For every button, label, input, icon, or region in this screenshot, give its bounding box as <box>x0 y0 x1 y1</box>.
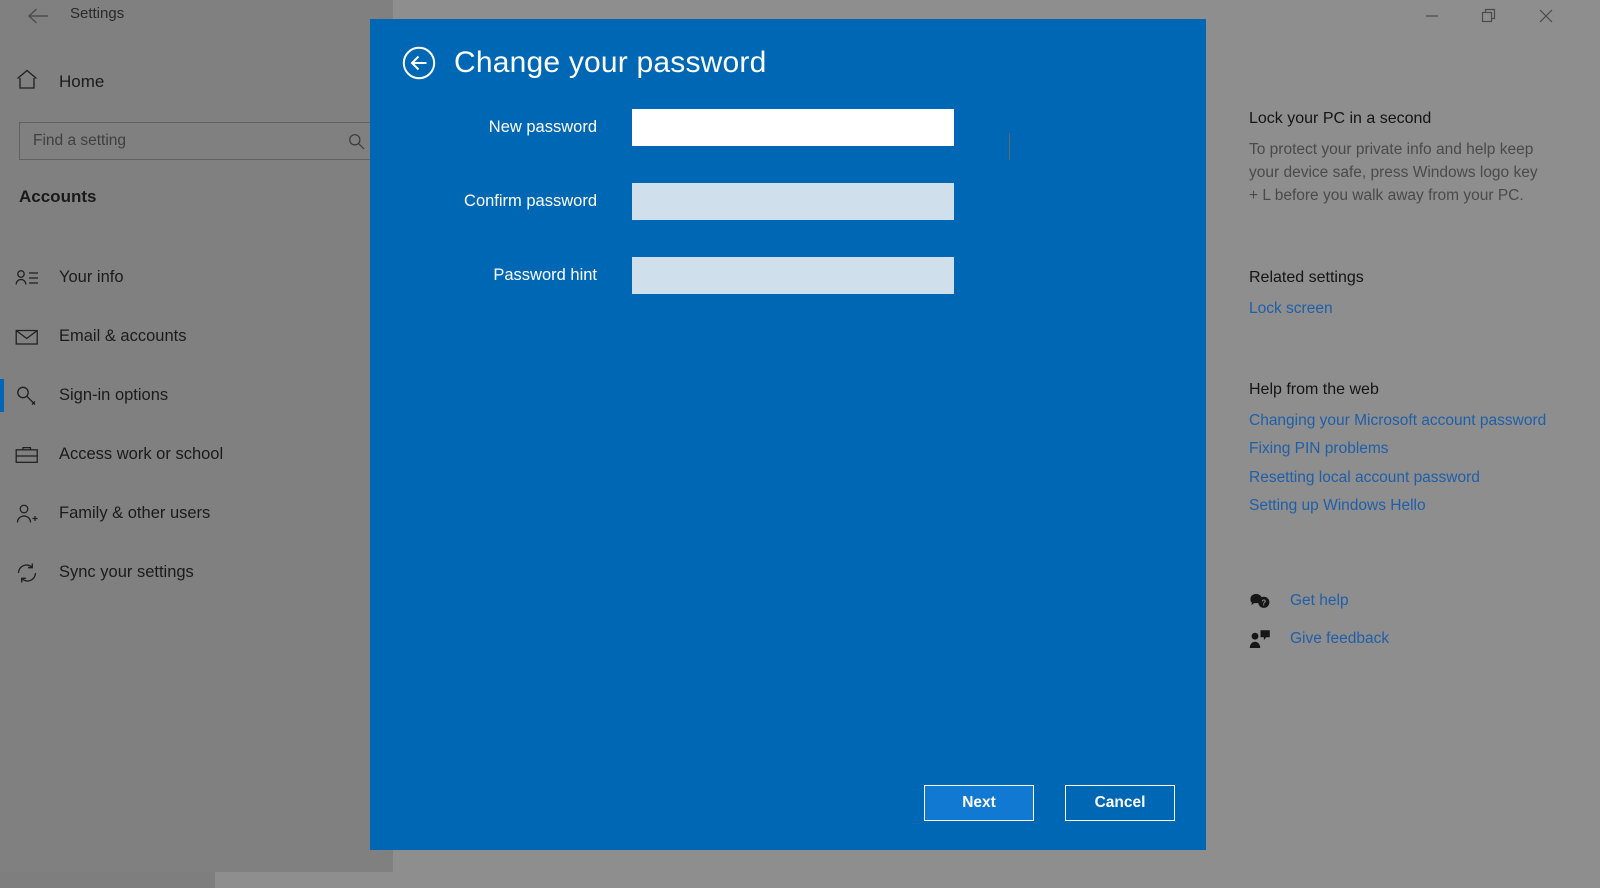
person-add-icon <box>0 503 54 525</box>
form-row-password-hint: Password hint <box>370 257 1206 294</box>
form-row-confirm-password: Confirm password <box>370 183 1206 220</box>
sidebar-item-sync-your-settings[interactable]: Sync your settings <box>0 543 393 602</box>
sidebar-nav-list: Your info Email & accounts Sign-in optio… <box>0 248 393 602</box>
dialog-header: Change your password <box>400 44 767 82</box>
confirm-password-label: Confirm password <box>464 192 597 210</box>
password-hint-input[interactable] <box>632 257 954 294</box>
selection-indicator <box>0 261 4 294</box>
get-help-row[interactable]: ? Get help <box>1249 582 1569 620</box>
sidebar-item-label: Your info <box>59 268 124 286</box>
tip-heading: Lock your PC in a second <box>1249 110 1432 127</box>
help-link-resetting-local-account-password[interactable]: Resetting local account password <box>1249 466 1549 490</box>
change-password-dialog: Change your password New password Confir… <box>370 19 1206 850</box>
related-settings-heading: Related settings <box>1249 269 1364 286</box>
sidebar-item-home-label: Home <box>59 72 105 91</box>
password-form: New password Confirm password Password h… <box>370 109 1206 331</box>
sidebar-item-sign-in-options[interactable]: Sign-in options <box>0 366 393 425</box>
envelope-icon <box>0 328 54 346</box>
sidebar-item-family-other-users[interactable]: Family & other users <box>0 484 393 543</box>
sidebar-item-home[interactable]: Home <box>0 62 393 102</box>
search-icon[interactable] <box>338 133 374 150</box>
tip-body: To protect your private info and help ke… <box>1249 141 1538 204</box>
help-link-setting-up-windows-hello[interactable]: Setting up Windows Hello <box>1249 494 1549 518</box>
minimize-button[interactable] <box>1409 0 1455 32</box>
sidebar-item-label: Sync your settings <box>59 563 194 581</box>
password-hint-label: Password hint <box>493 266 597 284</box>
dialog-button-bar: Next Cancel <box>370 785 1206 821</box>
confirm-password-input[interactable] <box>632 183 954 220</box>
help-bubble-icon: ? <box>1249 591 1279 611</box>
selection-indicator <box>0 379 4 412</box>
sync-icon <box>0 562 54 584</box>
sidebar-item-email-accounts[interactable]: Email & accounts <box>0 307 393 366</box>
window-title: Settings <box>70 5 125 22</box>
selection-indicator <box>0 556 4 589</box>
new-password-input[interactable] <box>632 109 954 146</box>
search-box[interactable] <box>19 122 375 160</box>
related-link-lock-screen[interactable]: Lock screen <box>1249 297 1549 321</box>
sidebar-section-heading: Accounts <box>19 187 97 206</box>
get-help-label: Get help <box>1290 591 1349 609</box>
help-from-web-heading: Help from the web <box>1249 380 1379 398</box>
help-link-fixing-pin-problems[interactable]: Fixing PIN problems <box>1249 437 1549 461</box>
window-bottom-strip-left <box>0 872 215 888</box>
selection-indicator <box>0 320 4 353</box>
form-row-new-password: New password <box>370 109 1206 146</box>
text-cursor <box>1009 133 1010 160</box>
sidebar-item-label: Family & other users <box>59 504 211 522</box>
window-bottom-strip <box>0 872 1600 888</box>
right-info-panel: Lock your PC in a second To protect your… <box>1249 110 1569 658</box>
sidebar-item-label: Email & accounts <box>59 327 187 345</box>
sidebar-item-label: Sign-in options <box>59 386 169 404</box>
briefcase-icon <box>0 445 54 465</box>
give-feedback-row[interactable]: Give feedback <box>1249 620 1569 658</box>
sidebar-item-label: Access work or school <box>59 445 224 463</box>
new-password-label: New password <box>488 118 597 136</box>
cancel-button[interactable]: Cancel <box>1065 785 1175 821</box>
key-icon <box>0 385 54 407</box>
next-button[interactable]: Next <box>924 785 1034 821</box>
back-arrow-icon[interactable] <box>18 2 58 30</box>
search-input[interactable] <box>20 123 338 159</box>
help-link-changing-microsoft-account-password[interactable]: Changing your Microsoft account password <box>1249 409 1549 433</box>
support-links: ? Get help Give feedback <box>1249 582 1569 658</box>
restore-button[interactable] <box>1466 0 1512 32</box>
circle-arrow-left-icon[interactable] <box>400 44 438 82</box>
home-icon <box>0 69 54 95</box>
feedback-person-icon <box>1249 629 1279 649</box>
sidebar-item-access-work-school[interactable]: Access work or school <box>0 425 393 484</box>
sidebar-item-your-info[interactable]: Your info <box>0 248 393 307</box>
svg-text:?: ? <box>1261 598 1266 607</box>
dialog-title: Change your password <box>454 46 767 79</box>
person-list-icon <box>0 269 54 287</box>
give-feedback-label: Give feedback <box>1290 629 1390 647</box>
selection-indicator <box>0 438 4 471</box>
selection-indicator <box>0 497 4 530</box>
close-button[interactable] <box>1523 0 1569 32</box>
